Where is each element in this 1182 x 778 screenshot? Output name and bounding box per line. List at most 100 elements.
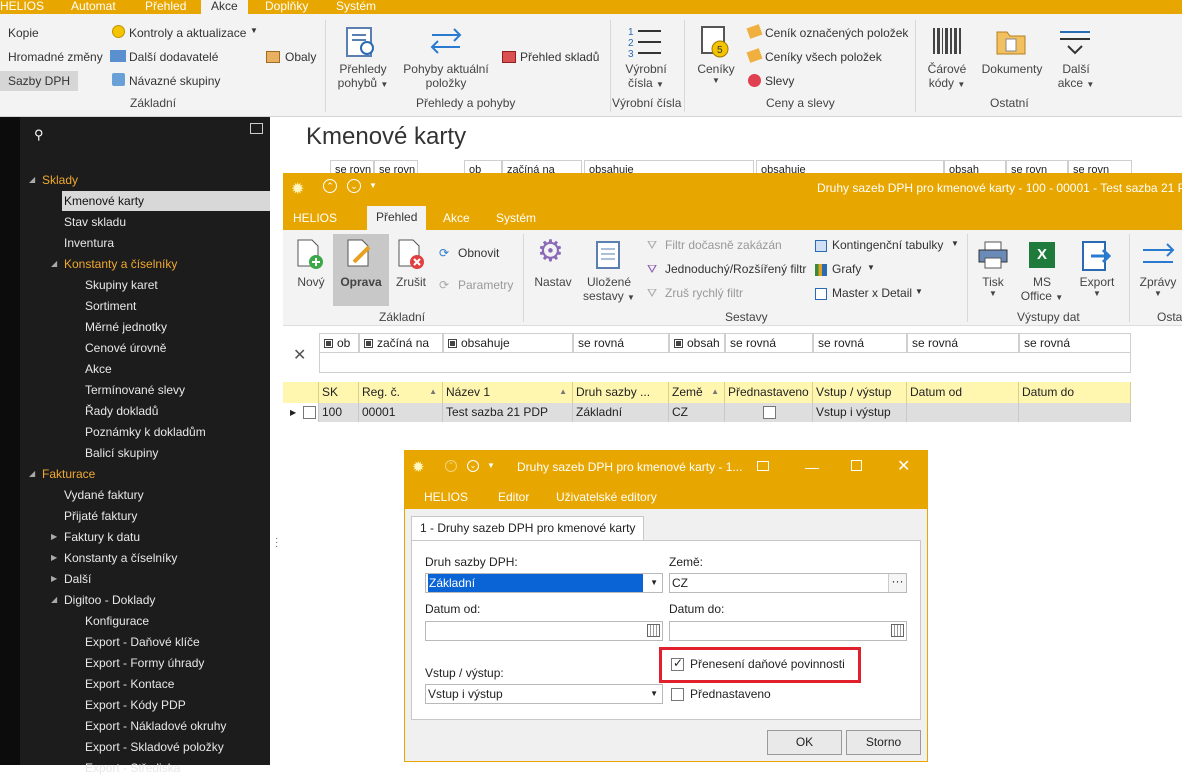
ulozene-sestavy-button[interactable]: Uložené sestavy ▼	[581, 275, 637, 303]
calendar-icon[interactable]	[891, 624, 904, 637]
carove-kody-button[interactable]: Čárové kódy ▼	[922, 62, 972, 90]
druh-sazby-select[interactable]: Základní ▼	[425, 573, 663, 593]
slevy-button[interactable]: Slevy	[765, 74, 794, 88]
menu-prehled[interactable]: Přehled	[145, 0, 186, 13]
table-cell-nazev[interactable]: Test sazba 21 PDP	[443, 403, 573, 422]
zrusit-button[interactable]: Zrušit	[391, 275, 431, 289]
sidebar-item[interactable]: Termínované slevy	[85, 380, 185, 400]
tab-akce[interactable]: Akce	[443, 211, 470, 225]
sidebar-item[interactable]: Poznámky k dokladům	[85, 422, 206, 442]
column-header-zeme[interactable]: Země ▲	[669, 382, 725, 403]
export-button[interactable]: Export ▼	[1075, 275, 1119, 298]
prednastaveno-checkbox[interactable]	[671, 688, 684, 701]
collapse-panel-icon[interactable]	[250, 123, 263, 134]
storno-button[interactable]: Storno	[846, 730, 921, 755]
filter-reg[interactable]: začíná na	[359, 333, 443, 353]
chevron-down-icon[interactable]: ▼	[867, 263, 875, 272]
sidebar-item[interactable]: Export - Střediska	[85, 758, 180, 778]
kontroly-aktualizace-button[interactable]: Kontroly a aktualizace	[129, 26, 246, 40]
datum-do-field[interactable]	[669, 621, 907, 641]
sidebar-item[interactable]: Sklady	[42, 170, 78, 190]
maximize-icon[interactable]	[851, 460, 862, 471]
vyrobni-cisla-button[interactable]: Výrobní čísla ▼	[620, 62, 672, 90]
prehledy-pohybu-button[interactable]: Přehledy pohybů ▼	[330, 62, 396, 90]
tab-prehled[interactable]: Přehled	[367, 206, 427, 230]
grafy-button[interactable]: Grafy	[832, 262, 861, 276]
sidebar-item[interactable]: Export - Formy úhrady	[85, 653, 204, 673]
nastav-button[interactable]: Nastav	[531, 275, 575, 289]
oprava-button[interactable]: Oprava	[333, 275, 389, 289]
menu-akce[interactable]: Akce	[201, 0, 248, 14]
filter-zeme[interactable]: obsah	[669, 333, 725, 353]
collapsed-arrow-icon[interactable]: ▶	[51, 532, 57, 541]
sidebar-item[interactable]: Řady dokladů	[85, 401, 158, 421]
dialog-menu-uzivatelske-editory[interactable]: Uživatelské editory	[556, 490, 657, 504]
obaly-button[interactable]: Obaly	[285, 50, 316, 64]
sidebar-item[interactable]: Fakturace	[42, 464, 95, 484]
filter-datum-od[interactable]: se rovná	[907, 333, 1019, 353]
expanded-arrow-icon[interactable]: ◢	[51, 259, 57, 268]
column-header-prednast[interactable]: Přednastaveno	[725, 382, 813, 403]
tab-system[interactable]: Systém	[496, 211, 536, 225]
down-icon[interactable]: ⌄	[467, 460, 479, 472]
obnovit-button[interactable]: Obnovit	[458, 246, 499, 260]
expanded-arrow-icon[interactable]: ◢	[29, 175, 35, 184]
chevron-down-icon[interactable]: ▼	[915, 287, 923, 296]
dokumenty-button[interactable]: Dokumenty	[978, 62, 1046, 76]
sidebar-item[interactable]: Kmenové karty	[62, 191, 270, 211]
sidebar-item[interactable]: Digitoo - Doklady	[64, 590, 155, 610]
calendar-icon[interactable]	[647, 624, 660, 637]
column-header-reg[interactable]: Reg. č. ▲	[359, 382, 443, 403]
menu-doplnky[interactable]: Doplňky	[265, 0, 308, 13]
filter-datum-do[interactable]: se rovná	[1019, 333, 1131, 353]
sidebar-item[interactable]: Export - Kontace	[85, 674, 174, 694]
filter-prednast[interactable]: se rovná	[725, 333, 813, 353]
column-header-datum-do[interactable]: Datum do	[1019, 382, 1131, 403]
sidebar-item[interactable]: Cenové úrovně	[85, 338, 166, 358]
vstup-vystup-select[interactable]: Vstup i výstup ▼	[425, 684, 663, 704]
sidebar-item[interactable]: Balicí skupiny	[85, 443, 158, 463]
table-cell-datum-od[interactable]	[907, 403, 1019, 422]
sidebar-item[interactable]: Akce	[85, 359, 112, 379]
filter-druh[interactable]: se rovná	[573, 333, 669, 353]
up-icon[interactable]: ⌃	[323, 179, 337, 193]
expanded-arrow-icon[interactable]: ◢	[51, 595, 57, 604]
zeme-field[interactable]: CZ ···	[669, 573, 907, 593]
hromadne-zmeny-button[interactable]: Hromadné změny	[8, 50, 103, 64]
sidebar-item[interactable]: Stav skladu	[64, 212, 126, 232]
column-header-datum-od[interactable]: Datum od	[907, 382, 1019, 403]
table-cell-prednast[interactable]	[725, 403, 813, 422]
sidebar-item[interactable]: Měrné jednotky	[85, 317, 167, 337]
ceniky-button[interactable]: Ceníky ▼	[690, 62, 742, 85]
filter-sk[interactable]: ob	[319, 333, 359, 353]
pohyby-aktualni-button[interactable]: Pohyby aktuální položky	[396, 62, 496, 90]
sidebar-item[interactable]: Export - Nákladové okruhy	[85, 716, 226, 736]
chevron-down-icon[interactable]: ▼	[951, 239, 959, 248]
ceniky-vsech-button[interactable]: Ceníky všech položek	[765, 50, 882, 64]
jednoduchy-filtr-button[interactable]: Jednoduchý/Rozšířený filtr	[665, 262, 806, 276]
restore-icon[interactable]	[757, 461, 769, 471]
collapsed-arrow-icon[interactable]: ▶	[51, 553, 57, 562]
quick-access-dropdown-icon[interactable]: ▼	[369, 181, 377, 190]
novy-button[interactable]: Nový	[291, 275, 331, 289]
filter-vstup[interactable]: se rovná	[813, 333, 907, 353]
cenik-oznacenych-button[interactable]: Ceník označených položek	[765, 26, 908, 40]
column-header-sk[interactable]: SK	[319, 382, 359, 403]
kopie-button[interactable]: Kopie	[8, 26, 39, 40]
sidebar-item[interactable]: Konstanty a číselníky	[64, 548, 177, 568]
sidebar-item[interactable]: Konfigurace	[85, 611, 149, 631]
up-icon[interactable]: ⌃	[445, 460, 457, 472]
parametry-button[interactable]: Parametry	[458, 278, 513, 292]
sidebar-item[interactable]: Inventura	[64, 233, 114, 253]
menu-automat[interactable]: Automat	[71, 0, 116, 13]
table-row-indicator[interactable]: ▶	[283, 403, 319, 422]
menu-helios[interactable]: HELIOS	[0, 0, 44, 13]
sidebar-item[interactable]: Export - Daňové klíče	[85, 632, 200, 652]
close-icon[interactable]: ✕	[897, 456, 910, 476]
filtr-docasne-button[interactable]: Filtr dočasně zakázán	[665, 238, 782, 252]
dialog-menu-editor[interactable]: Editor	[498, 490, 529, 504]
sazby-dph-button[interactable]: Sazby DPH	[0, 71, 79, 91]
table-cell-zeme[interactable]: CZ	[669, 403, 725, 422]
tab-helios[interactable]: HELIOS	[293, 211, 337, 225]
search-icon[interactable]: ⚲	[34, 127, 44, 143]
